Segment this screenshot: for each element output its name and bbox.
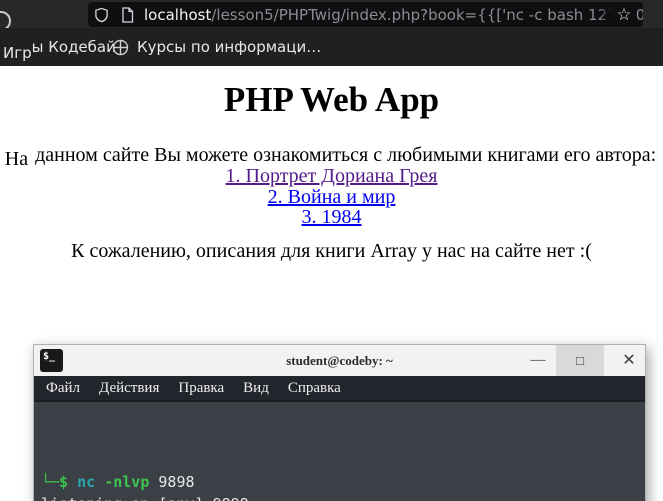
terminal-titlebar[interactable]: $_ student@codeby: ~ — □ ✕ xyxy=(34,345,645,376)
bookmark-label-part2: ы Кодебай xyxy=(31,38,116,56)
terminal-text-segment: -nlvp xyxy=(104,472,150,491)
terminal-menu-действия[interactable]: Действия xyxy=(99,380,159,397)
bookmark-item-kursy[interactable]: Курсы по информаци… xyxy=(112,28,321,66)
bookmark-item-kodebay[interactable]: Игр ы Кодебай xyxy=(3,28,116,66)
terminal-menu-файл[interactable]: Файл xyxy=(46,380,80,397)
terminal-title: student@codeby: ~ xyxy=(286,353,393,368)
url-text: localhost/lesson5/PHPTwig/index.php?book… xyxy=(144,6,643,24)
not-found-message: К сожалению, описания для книги Array у … xyxy=(71,240,592,262)
book-links: 1. Портрет Дориана Грея 2. Война и мир 3. … xyxy=(0,166,663,228)
maximize-button[interactable]: □ xyxy=(556,345,604,376)
terminal-text-segment: nc xyxy=(77,472,96,491)
terminal-window: $_ student@codeby: ~ — □ ✕ Файл Действия П… xyxy=(33,344,646,501)
book-link[interactable]: 1. Портрет Дориана Грея xyxy=(0,166,663,187)
close-button[interactable]: ✕ xyxy=(612,345,645,376)
bookmark-label: Курсы по информаци… xyxy=(137,38,322,56)
browser-toolbar: localhost/lesson5/PHPTwig/index.php?book… xyxy=(0,0,663,31)
minimize-button[interactable]: — xyxy=(523,345,553,376)
terminal-text-segment: └─$ xyxy=(41,472,78,491)
terminal-menu-правка[interactable]: Правка xyxy=(178,380,224,397)
url-bar[interactable]: localhost/lesson5/PHPTwig/index.php?book… xyxy=(88,2,643,27)
shield-icon[interactable] xyxy=(88,2,114,27)
terminal-line: listening on [any] 9898 ... xyxy=(41,493,645,501)
terminal-menu-справка[interactable]: Справка xyxy=(288,380,341,397)
page-title: PHP Web App xyxy=(223,80,440,119)
document-icon[interactable] xyxy=(114,2,140,27)
web-page: PHP Web App На данном сайте Вы можете оз… xyxy=(0,66,663,501)
intro-rest: данном сайте Вы можете ознакомиться с лю… xyxy=(30,144,657,166)
globe-icon xyxy=(112,39,129,56)
screen: localhost/lesson5/PHPTwig/index.php?book… xyxy=(0,0,663,501)
intro-text: На данном сайте Вы можете ознакомиться с… xyxy=(0,144,663,170)
url-path: /lesson5/PHPTwig/index.php?book={{['nc -… xyxy=(211,5,643,24)
url-host: localhost xyxy=(144,5,212,24)
terminal-line: └─$ nc -nlvp 9898 xyxy=(41,471,645,493)
book-link[interactable]: 3. 1984 xyxy=(0,207,663,228)
terminal-text-segment: listening on [any] 9898 ... xyxy=(41,495,285,501)
bookmark-label-part1: Игр xyxy=(3,44,32,62)
terminal-menu-вид[interactable]: Вид xyxy=(243,380,269,397)
terminal-menubar: Файл Действия Правка Вид Справка xyxy=(34,376,645,402)
terminal-text-segment: 9898 xyxy=(149,472,195,491)
book-link[interactable]: 2. Война и мир xyxy=(0,186,663,208)
terminal-output[interactable]: └─$ nc -nlvp 9898 listening on [any] 9898… xyxy=(34,402,645,501)
bookmarks-bar: Игр ы Кодебай Курсы по информаци… xyxy=(0,28,663,66)
star-icon[interactable]: ☆ xyxy=(613,3,635,27)
